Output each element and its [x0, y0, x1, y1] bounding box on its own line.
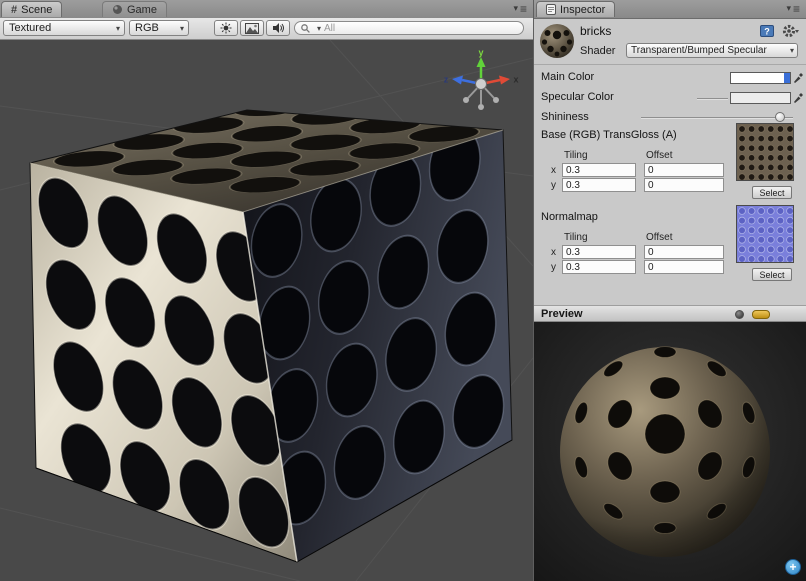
normal-offset-x-input[interactable]	[644, 245, 724, 259]
sun-icon	[220, 22, 232, 34]
normal-offset-header: Offset	[646, 232, 673, 243]
gizmo-negative-axis-cone	[478, 104, 484, 110]
scene-effects-toggle[interactable]	[240, 20, 264, 36]
eyedropper-icon[interactable]	[793, 91, 803, 104]
scene-search[interactable]: ▾ All	[294, 21, 524, 35]
chevron-down-icon: ▾	[116, 24, 120, 33]
shininess-slider-thumb[interactable]	[775, 112, 785, 122]
scene-3d-render	[0, 40, 533, 581]
material-preview-viewport[interactable]: +	[534, 322, 806, 581]
base-offset-y-input[interactable]	[644, 178, 724, 192]
gizmo-x-cone	[499, 76, 510, 85]
material-header: bricks Shader Transparent/Bumped Specula…	[534, 18, 806, 65]
base-map-title: Base (RGB) TransGloss (A)	[541, 129, 677, 141]
help-icon[interactable]: ?	[760, 24, 775, 38]
chevron-down-icon: ▾	[790, 46, 794, 55]
scene-pane-menu-icon[interactable]: ▾≡	[513, 3, 528, 14]
main-color-label: Main Color	[541, 71, 594, 83]
gizmo-center-knob[interactable]	[476, 79, 487, 90]
normal-map-thumbnail[interactable]	[736, 205, 794, 263]
normal-tiling-x-input[interactable]	[562, 245, 636, 259]
normal-map-select-button[interactable]: Select	[752, 268, 792, 281]
scene-viewport[interactable]: y x z	[0, 40, 533, 581]
search-filter-label: All	[324, 23, 335, 34]
tab-inspector[interactable]: Inspector	[536, 1, 615, 17]
normal-tiling-y-input[interactable]	[562, 260, 636, 274]
render-channels-dropdown[interactable]: RGB ▾	[129, 20, 189, 36]
scene-audio-toggle[interactable]	[266, 20, 290, 36]
base-x-label: x	[551, 165, 556, 176]
preview-model-toggle[interactable]	[735, 310, 744, 319]
specular-track	[697, 98, 728, 100]
base-offset-x-input[interactable]	[644, 163, 724, 177]
scene-toolbar: Textured ▾ RGB ▾	[0, 18, 533, 40]
search-icon	[301, 24, 310, 33]
material-name: bricks	[580, 24, 611, 38]
eyedropper-icon[interactable]	[793, 71, 803, 84]
specular-color-label: Specular Color	[541, 91, 614, 103]
gizmo-negative-axis-cone	[493, 97, 499, 103]
shininess-slider-track[interactable]	[641, 117, 793, 119]
shader-label: Shader	[580, 45, 615, 57]
normal-map-title: Normalmap	[541, 211, 598, 223]
normal-y-label: y	[551, 262, 556, 273]
shininess-label: Shininess	[541, 111, 589, 123]
inspector-tabbar: Inspector ▾≡	[534, 0, 806, 19]
game-tab-label: Game	[127, 4, 157, 16]
inspector-pane: Inspector ▾≡ bricks Sh	[533, 0, 806, 581]
base-offset-header: Offset	[646, 150, 673, 161]
scene-tabbar: # Scene Game ▾≡	[0, 0, 533, 19]
preview-sphere	[534, 322, 806, 581]
gizmo-z-cone	[452, 76, 463, 85]
gear-icon[interactable]	[782, 24, 800, 38]
main-color-swatch[interactable]	[730, 72, 791, 84]
gizmo-negative-axis-cone	[463, 97, 469, 103]
base-map-thumbnail[interactable]	[736, 123, 794, 181]
scene-tab-icon: #	[11, 4, 17, 16]
specular-color-swatch[interactable]	[730, 92, 791, 104]
normal-x-label: x	[551, 247, 556, 258]
unity-editor-window: # Scene Game ▾≡ Textured ▾ RGB ▾	[0, 0, 806, 581]
gizmo-x-label: x	[513, 75, 518, 85]
chevron-down-icon: ▾	[180, 24, 184, 33]
preview-light-toggle[interactable]	[752, 310, 770, 319]
base-tiling-y-input[interactable]	[562, 178, 636, 192]
inspector-tab-icon	[546, 4, 556, 15]
gizmo-y-cone	[477, 57, 486, 67]
preview-header[interactable]: Preview	[534, 305, 806, 322]
scene-tab-label: Scene	[21, 4, 52, 16]
material-preview-icon	[538, 22, 576, 60]
tab-scene[interactable]: # Scene	[1, 1, 62, 17]
scene-orientation-gizmo[interactable]: y x z	[439, 48, 523, 118]
base-map-select-button[interactable]: Select	[752, 186, 792, 199]
speaker-icon	[272, 22, 285, 34]
draw-mode-dropdown[interactable]: Textured ▾	[3, 20, 125, 36]
inspector-tab-label: Inspector	[560, 4, 605, 16]
normal-offset-y-input[interactable]	[644, 260, 724, 274]
shader-dropdown[interactable]: Transparent/Bumped Specular ▾	[626, 43, 798, 58]
scene-lighting-toggle[interactable]	[214, 20, 238, 36]
base-tiling-x-input[interactable]	[562, 163, 636, 177]
preview-add-button[interactable]: +	[785, 559, 801, 575]
gizmo-z-label: z	[444, 75, 449, 85]
normal-tiling-header: Tiling	[564, 232, 588, 243]
preview-title: Preview	[541, 308, 583, 320]
inspector-pane-menu-icon[interactable]: ▾≡	[786, 3, 801, 14]
base-tiling-header: Tiling	[564, 150, 588, 161]
svg-text:?: ?	[764, 27, 770, 37]
search-filter-arrow-icon: ▾	[317, 24, 321, 33]
tab-game[interactable]: Game	[102, 1, 167, 17]
base-y-label: y	[551, 180, 556, 191]
image-icon	[245, 23, 259, 34]
game-tab-icon	[112, 4, 123, 15]
scene-pane: # Scene Game ▾≡ Textured ▾ RGB ▾	[0, 0, 533, 581]
gizmo-y-label: y	[478, 48, 483, 58]
main-color-picker-tag	[784, 73, 790, 83]
